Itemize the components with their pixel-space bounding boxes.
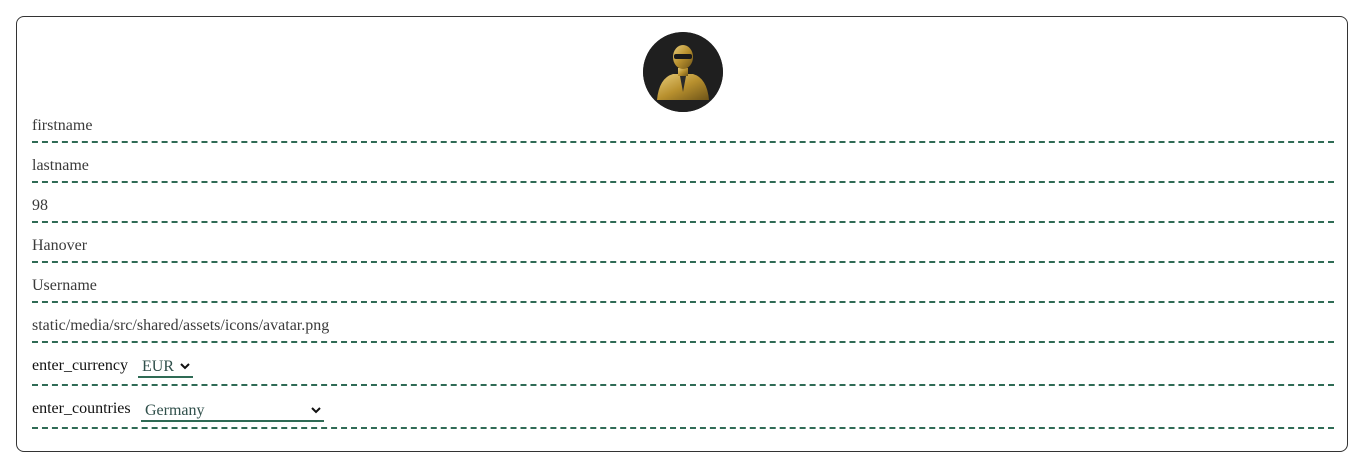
- username-value: Username: [32, 277, 97, 294]
- currency-row: enter_currency EUR: [32, 353, 1334, 386]
- countries-select[interactable]: Germany: [141, 402, 324, 422]
- username-field[interactable]: Username: [32, 273, 1334, 303]
- countries-row: enter_countries Germany: [32, 396, 1334, 429]
- city-field[interactable]: Hanover: [32, 233, 1334, 263]
- lastname-value: lastname: [32, 157, 89, 174]
- countries-selected-value: Germany: [145, 402, 205, 419]
- chevron-down-icon: [311, 407, 321, 414]
- city-value: Hanover: [32, 237, 88, 254]
- currency-select[interactable]: EUR: [138, 358, 193, 378]
- age-value: 98: [32, 197, 48, 214]
- countries-label: enter_countries: [32, 400, 131, 417]
- avatar-path-field[interactable]: static/media/src/shared/assets/icons/ava…: [32, 313, 1334, 343]
- currency-selected-value: EUR: [142, 358, 174, 375]
- firstname-value: firstname: [32, 117, 93, 134]
- firstname-field[interactable]: firstname: [32, 113, 1334, 143]
- age-field[interactable]: 98: [32, 193, 1334, 223]
- avatar-figure-icon: [643, 32, 723, 112]
- chevron-down-icon: [180, 363, 190, 370]
- avatar[interactable]: [643, 32, 723, 112]
- currency-label: enter_currency: [32, 357, 128, 374]
- profile-card: firstname lastname 98 Hanover Username s…: [16, 16, 1348, 452]
- avatar-path-value: static/media/src/shared/assets/icons/ava…: [32, 317, 330, 334]
- lastname-field[interactable]: lastname: [32, 153, 1334, 183]
